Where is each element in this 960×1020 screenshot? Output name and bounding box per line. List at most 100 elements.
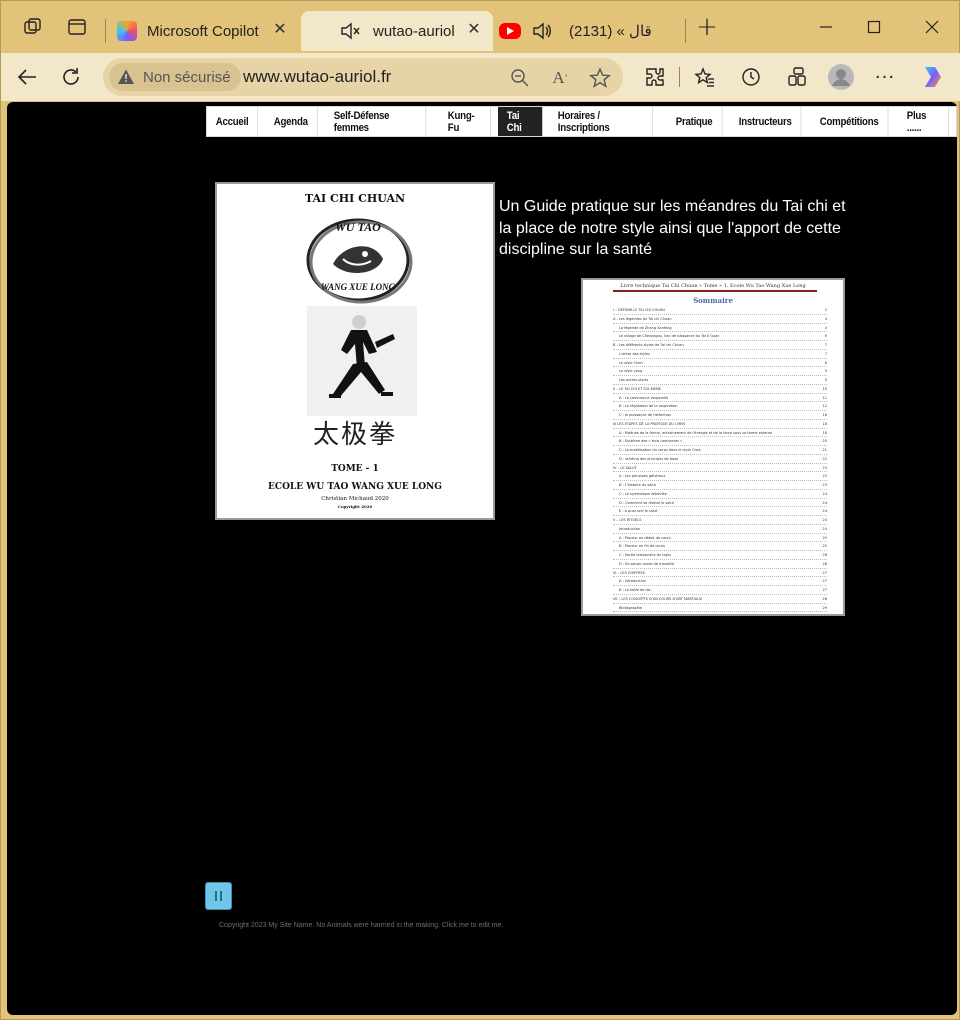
nav-item-comp-titions[interactable]: Compétitions	[811, 107, 888, 136]
toc-entry: Le style Chen 8	[613, 359, 827, 368]
martial-artist-photo	[307, 306, 417, 416]
toc-entry-page: 4	[824, 325, 827, 330]
toc-entry-page: 23	[822, 483, 827, 487]
nav-item-horaires-inscriptions[interactable]: Horaires / Inscriptions	[549, 107, 653, 136]
speaker-icon[interactable]	[531, 21, 553, 41]
refresh-button[interactable]	[57, 63, 85, 91]
workspaces-icon[interactable]	[21, 15, 45, 39]
close-icon[interactable]: ✕	[271, 21, 289, 39]
book-author: Christian Michaud 2020	[321, 496, 389, 502]
toc-entry: I – DEFINIR LE TAI CHI CHUAN 2	[613, 306, 827, 315]
pause-button[interactable]	[205, 882, 232, 910]
toc-entry-page: 23	[822, 465, 827, 470]
toc-entry-title: D : Comment se réalise le salut	[619, 500, 674, 505]
toc-entry: VI – LES CHIFFRES 27	[613, 569, 827, 578]
collections-icon[interactable]	[785, 65, 809, 89]
toc-title: Sommaire	[693, 296, 733, 305]
nav-item-pratique[interactable]: Pratique	[667, 107, 723, 136]
address-bar[interactable]: Non sécurisé www.wutao-auriol.fr Aʼ	[103, 58, 623, 96]
tab-wutao[interactable]: wutao-auriol ✕	[301, 11, 493, 51]
book-cover-image[interactable]: TAI CHI CHUAN WU TAO WANG XUE LONG 太极拳 T…	[215, 182, 495, 520]
url-text[interactable]: www.wutao-auriol.fr	[243, 67, 391, 87]
close-window-button[interactable]	[909, 11, 955, 43]
toc-entry-title: A : Placeur en début de cours	[619, 535, 671, 540]
toc-entry: C : La symbolique attachée 24	[613, 490, 827, 499]
tab-label: wutao-auriol	[373, 22, 455, 40]
toc-entry-title: Le village de Chenjiagou, lieu de naissa…	[619, 334, 720, 339]
more-options-icon[interactable]: ···	[873, 65, 897, 89]
toc-entry-page: 29	[822, 605, 827, 610]
tab-actions-icon[interactable]	[65, 15, 89, 39]
toc-entry-page: 4	[824, 316, 827, 321]
toc-entry: A : Maîtrise de la forme, entraînement d…	[613, 429, 827, 438]
toc-entry-page: 7	[824, 343, 827, 347]
toc-entry: Introduction 24	[613, 525, 827, 534]
new-tab-button[interactable]: +	[695, 12, 719, 42]
toc-entry-title: Bibliographie	[619, 605, 643, 610]
toc-entry-page: 20	[822, 439, 827, 444]
nav-item-kung-fu[interactable]: Kung-Fu	[439, 107, 492, 136]
book-copyright: Copyright 2020	[337, 504, 373, 509]
warning-icon	[118, 69, 134, 84]
site-footer[interactable]: Copyright 2023 My Site Name. No Animals …	[219, 922, 503, 929]
profile-avatar-icon[interactable]	[827, 63, 855, 91]
history-icon[interactable]	[739, 65, 763, 89]
toc-entry-page: 6	[824, 334, 827, 339]
toc-entry-title: B : Système des « trois harmonies »	[619, 439, 683, 444]
toc-entry-title: B : Placeur en fin de cours	[619, 544, 665, 549]
minimize-button[interactable]	[803, 11, 849, 43]
wu-tao-logo: WU TAO WANG XUE LONG	[303, 214, 413, 304]
copilot-icon[interactable]	[919, 63, 947, 91]
toc-entry: E : A quoi sert le salut 24	[613, 507, 827, 516]
table-of-contents-image[interactable]: Livre technique Tai Chi Chuan « Tome » 1…	[581, 278, 845, 616]
toc-entry: B : Système des « trois harmonies » 20	[613, 437, 827, 446]
youtube-favicon-icon	[499, 23, 521, 39]
read-aloud-icon[interactable]: Aʼ	[549, 67, 571, 89]
maximize-button[interactable]	[851, 11, 897, 43]
toc-entry-title: Introduction	[619, 526, 641, 531]
nav-item-tai-chi[interactable]: Tai Chi	[498, 107, 544, 136]
toc-entry-title: D : Se saluer avant de travailler	[619, 561, 675, 566]
nav-item-agenda[interactable]: Agenda	[265, 107, 318, 136]
nav-item-self-d-fense-femmes[interactable]: Self-Défense femmes	[325, 107, 426, 136]
pause-icon-bar	[220, 891, 222, 901]
toc-entry-page: 9	[824, 378, 827, 382]
toc-rule	[613, 290, 817, 292]
favorite-star-icon[interactable]	[589, 67, 611, 89]
security-indicator[interactable]: Non sécurisé	[109, 63, 241, 91]
toc-entry: D : Comment se réalise le salut 24	[613, 499, 827, 508]
nav-item-accueil[interactable]: Accueil	[207, 107, 259, 136]
nav-item-plus[interactable]: Plus ......	[898, 107, 950, 136]
toc-entry: L'arbre des styles 7	[613, 350, 827, 359]
toc-entry-page: 22	[822, 456, 827, 461]
tab-copilot[interactable]: Microsoft Copilot ✕	[113, 11, 299, 51]
speaker-muted-icon[interactable]	[339, 21, 361, 41]
toc-entry: Bibliographie 29	[613, 604, 827, 613]
toc-entry: A : Les légendes du Tai chi Chuan 4	[613, 315, 827, 324]
toc-entry: Le village de Chenjiagou, lieu de naissa…	[613, 332, 827, 341]
favorites-icon[interactable]	[693, 65, 717, 89]
toc-entry-title: Les autres styles	[619, 378, 649, 382]
close-icon[interactable]: ✕	[465, 21, 483, 39]
toc-entry: A : Les principes généraux 23	[613, 472, 827, 481]
nav-item-instructeurs[interactable]: Instructeurs	[730, 107, 801, 136]
tab-youtube[interactable]: (2131) « قال	[499, 11, 679, 51]
toc-entry-page: 25	[822, 544, 827, 549]
book-tome: TOME - 1	[331, 464, 379, 474]
toc-entry-title: II – LE TAI CHI ET SOI-MEME	[613, 386, 662, 391]
back-button[interactable]	[13, 63, 41, 91]
site-nav: Accueil Agenda Self-Défense femmes Kung-Fu T…	[206, 106, 957, 137]
toc-entry: V – LES RITUELS 24	[613, 516, 827, 525]
zoom-out-icon[interactable]	[509, 67, 531, 89]
browser-window: Microsoft Copilot ✕ wutao-auriol ✕ (2131…	[0, 0, 960, 1020]
extensions-icon[interactable]	[643, 65, 667, 89]
toc-entry-page: 11	[822, 395, 827, 400]
toc-entry-title: B : L'histoire du salut	[619, 483, 656, 487]
toc-entry-title: C : Sortie temporaire du tapis	[619, 553, 671, 557]
toc-list: I – DEFINIR LE TAI CHI CHUAN 2 A : Les lég…	[613, 306, 827, 613]
toc-entry-page: 18	[822, 430, 827, 435]
logo-bottom-text: WANG XUE LONG	[320, 282, 396, 292]
page-description: Un Guide pratique sur les méandres du Ta…	[499, 198, 846, 258]
toc-entry-page: 24	[822, 500, 827, 505]
tab-strip: Microsoft Copilot ✕ wutao-auriol ✕ (2131…	[1, 1, 960, 53]
